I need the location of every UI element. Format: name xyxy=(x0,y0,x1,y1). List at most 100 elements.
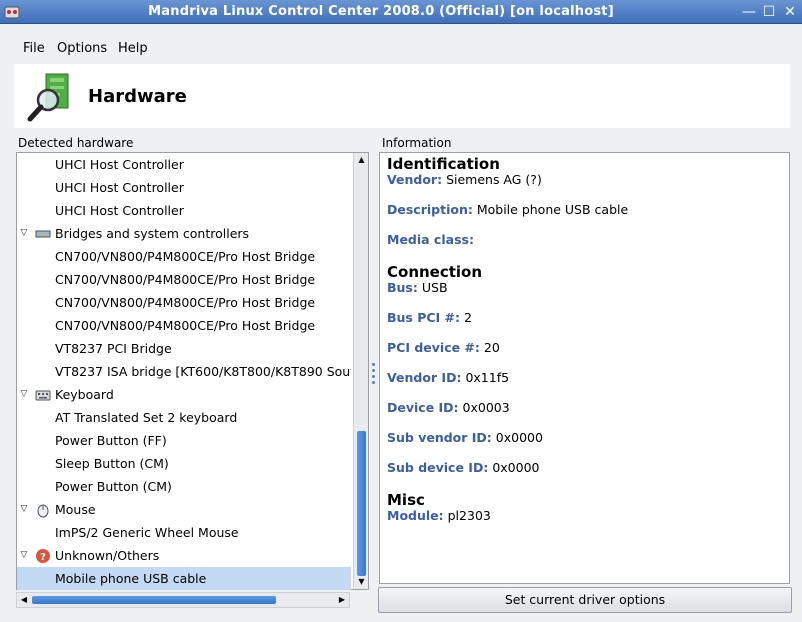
tree-item[interactable]: CN700/VN800/P4M800CE/Pro Host Bridge xyxy=(17,314,351,337)
tree-category[interactable]: ▽? Unknown/Others xyxy=(17,544,351,567)
tree-item[interactable]: UHCI Host Controller xyxy=(17,199,351,222)
hardware-tree-list: UHCI Host Controller UHCI Host Controller… xyxy=(17,153,351,590)
hardware-tree[interactable]: UHCI Host Controller UHCI Host Controller… xyxy=(16,152,369,590)
hardware-magnifier-icon xyxy=(27,73,69,122)
info-field: Vendor ID: 0x11f5 xyxy=(387,370,509,385)
tree-category[interactable]: ▽ Keyboard xyxy=(17,383,351,406)
detected-hardware-label: Detected hardware xyxy=(18,136,134,150)
info-field-key: Vendor: xyxy=(387,172,443,187)
tree-row-label: VT8237 PCI Bridge xyxy=(55,341,172,356)
info-field-value: Mobile phone USB cable xyxy=(476,202,629,217)
info-field-key: Vendor ID: xyxy=(387,370,462,385)
info-field-value: Siemens AG (?) xyxy=(446,172,542,187)
expander-icon[interactable]: ▽ xyxy=(19,383,29,406)
tree-row-label: VT8237 ISA bridge [KT600/K8T800/K8T890 S… xyxy=(55,364,351,379)
scroll-up-arrow-icon[interactable]: ▲ xyxy=(354,153,369,167)
tree-row-label: Keyboard xyxy=(55,387,114,402)
menu-file[interactable]: File xyxy=(23,41,45,56)
tree-category[interactable]: ▽ Bridges and system controllers xyxy=(17,222,351,245)
minimize-button[interactable]: — xyxy=(740,3,758,21)
window-title: Mandriva Linux Control Center 2008.0 (Of… xyxy=(148,4,614,19)
info-field: Media class: xyxy=(387,232,474,247)
page-header: Hardware xyxy=(14,64,790,128)
info-field-key: Bus PCI #: xyxy=(387,310,461,325)
tree-item[interactable]: ImPS/2 Generic Wheel Mouse xyxy=(17,521,351,544)
tree-item[interactable]: AT Translated Set 2 keyboard xyxy=(17,406,351,429)
info-field: Vendor: Siemens AG (?) xyxy=(387,172,542,187)
keyboard-icon xyxy=(35,387,51,403)
tree-row-label: Power Button (FF) xyxy=(55,433,167,448)
info-field: Bus PCI #: 2 xyxy=(387,310,472,325)
info-field-value: USB xyxy=(421,280,448,295)
tree-row-label: CN700/VN800/P4M800CE/Pro Host Bridge xyxy=(55,295,316,310)
tree-row-label: Mobile phone USB cable xyxy=(55,571,207,586)
tree-row-label: Mouse xyxy=(55,502,96,517)
tree-row-label: AT Translated Set 2 keyboard xyxy=(55,410,238,425)
tree-row-label: ImPS/2 Generic Wheel Mouse xyxy=(55,525,239,540)
tree-row-label: Unknown/Others xyxy=(55,548,160,563)
tree-item[interactable]: CN700/VN800/P4M800CE/Pro Host Bridge xyxy=(17,291,351,314)
title-bar[interactable]: Mandriva Linux Control Center 2008.0 (Of… xyxy=(0,0,802,24)
app-menu-icon[interactable] xyxy=(4,4,20,20)
info-field: Device ID: 0x0003 xyxy=(387,400,510,415)
info-field-key: Sub device ID: xyxy=(387,460,489,475)
menu-help[interactable]: Help xyxy=(118,41,148,56)
scroll-left-arrow-icon[interactable]: ◀ xyxy=(17,593,31,607)
info-field-value: 20 xyxy=(483,340,500,355)
maximize-button[interactable]: ☐ xyxy=(760,3,778,21)
info-field-value: 2 xyxy=(464,310,472,325)
tree-row-label: CN700/VN800/P4M800CE/Pro Host Bridge xyxy=(55,272,316,287)
set-driver-options-button[interactable]: Set current driver options xyxy=(378,587,792,613)
tree-row-label: UHCI Host Controller xyxy=(55,180,184,195)
info-field: Description: Mobile phone USB cable xyxy=(387,202,628,217)
vertical-scroll-thumb[interactable] xyxy=(357,431,366,576)
close-button[interactable]: ✕ xyxy=(781,3,799,21)
tree-row-label: Bridges and system controllers xyxy=(55,226,250,241)
info-section-title: Misc xyxy=(387,491,425,509)
info-section-title: Identification xyxy=(387,155,500,173)
tree-category[interactable]: ▽ Mouse xyxy=(17,498,351,521)
tree-vertical-scrollbar[interactable]: ▲ ▼ xyxy=(353,153,368,589)
info-field: PCI device #: 20 xyxy=(387,340,500,355)
tree-row-label: CN700/VN800/P4M800CE/Pro Host Bridge xyxy=(55,318,316,333)
info-field-value: 0x0003 xyxy=(462,400,510,415)
info-field: Module: pl2303 xyxy=(387,508,491,523)
tree-item[interactable]: CN700/VN800/P4M800CE/Pro Host Bridge xyxy=(17,268,351,291)
info-field: Sub vendor ID: 0x0000 xyxy=(387,430,543,445)
tree-item[interactable]: Mobile phone USB cable xyxy=(17,567,351,590)
expander-icon[interactable]: ▽ xyxy=(19,544,29,567)
tree-item[interactable]: UHCI Host Controller xyxy=(17,153,351,176)
tree-row-label: Power Button (CM) xyxy=(55,479,172,494)
scroll-down-arrow-icon[interactable]: ▼ xyxy=(354,575,369,589)
info-field-key: Module: xyxy=(387,508,444,523)
info-field-key: Media class: xyxy=(387,232,474,247)
tree-item[interactable]: VT8237 PCI Bridge xyxy=(17,337,351,360)
menu-bar: File Options Help xyxy=(0,24,802,64)
tree-item[interactable]: Sleep Button (CM) xyxy=(17,452,351,475)
tree-item[interactable]: CN700/VN800/P4M800CE/Pro Host Bridge xyxy=(17,245,351,268)
info-field-key: Sub vendor ID: xyxy=(387,430,492,445)
question-icon: ? xyxy=(35,548,51,564)
tree-item[interactable]: Power Button (CM) xyxy=(17,475,351,498)
tree-item[interactable]: UHCI Host Controller xyxy=(17,176,351,199)
horizontal-scroll-thumb[interactable] xyxy=(32,596,276,604)
tree-item[interactable]: Power Button (FF) xyxy=(17,429,351,452)
tree-row-label: UHCI Host Controller xyxy=(55,203,184,218)
tree-row-label: CN700/VN800/P4M800CE/Pro Host Bridge xyxy=(55,249,316,264)
pane-splitter[interactable] xyxy=(371,360,377,390)
tree-horizontal-scrollbar[interactable]: ◀ ▶ xyxy=(16,592,350,608)
info-field-value: pl2303 xyxy=(447,508,491,523)
expander-icon[interactable]: ▽ xyxy=(19,222,29,245)
info-field-value: 0x0000 xyxy=(492,460,540,475)
scroll-right-arrow-icon[interactable]: ▶ xyxy=(335,593,349,607)
tree-item[interactable]: VT8237 ISA bridge [KT600/K8T800/K8T890 S… xyxy=(17,360,351,383)
menu-options[interactable]: Options xyxy=(57,41,107,56)
info-field-key: Bus: xyxy=(387,280,418,295)
bridge-icon xyxy=(35,226,51,242)
info-field: Bus: USB xyxy=(387,280,448,295)
page-title: Hardware xyxy=(88,86,187,107)
expander-icon[interactable]: ▽ xyxy=(19,498,29,521)
tree-row-label: Sleep Button (CM) xyxy=(55,456,169,471)
info-field-key: Description: xyxy=(387,202,473,217)
info-field: Sub device ID: 0x0000 xyxy=(387,460,539,475)
